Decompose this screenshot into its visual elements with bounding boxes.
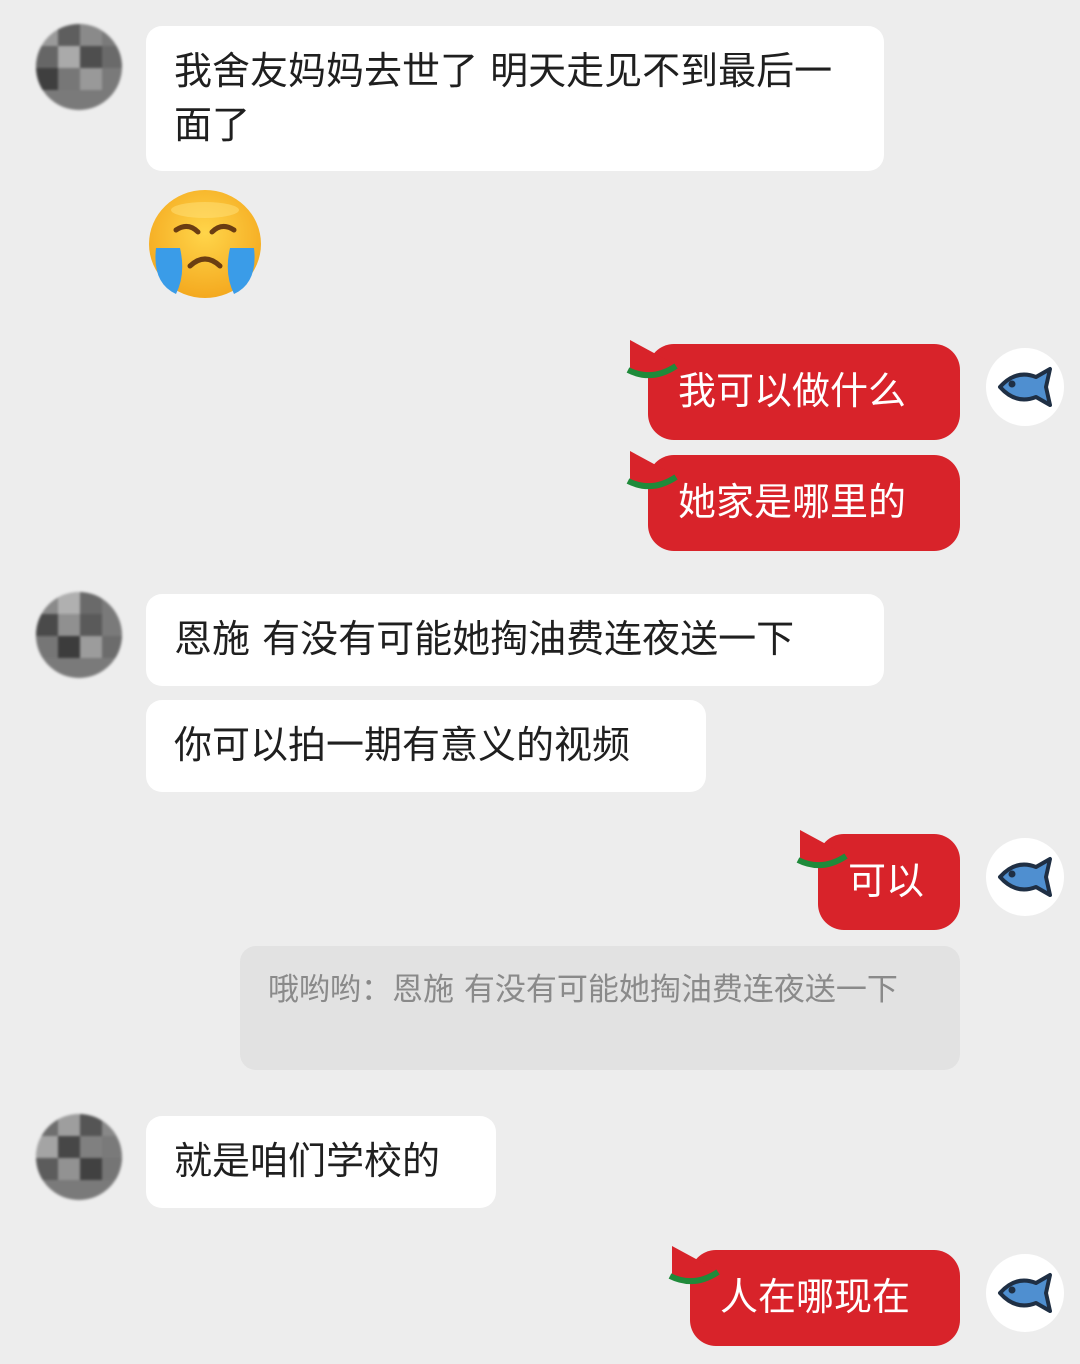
crying-face-icon[interactable] bbox=[146, 188, 264, 300]
watermelon-icon bbox=[626, 340, 678, 379]
message-text: 人在哪现在 bbox=[720, 1275, 911, 1319]
contact-avatar[interactable] bbox=[36, 592, 122, 678]
message-text: 你可以拍一期有意义的视频 bbox=[174, 723, 631, 767]
message-bubble[interactable]: 她家是哪里的 bbox=[626, 451, 960, 551]
message-bubble[interactable]: 人在哪现在 bbox=[668, 1246, 960, 1346]
message-text: 可以 bbox=[848, 859, 925, 903]
message-bubble[interactable]: 我可以做什么 bbox=[626, 340, 960, 440]
quoted-text: 哦哟哟：恩施 有没有可能她掏油费连夜送一下 bbox=[268, 972, 898, 1008]
contact-avatar[interactable] bbox=[36, 24, 122, 110]
message-bubble[interactable]: 就是咱们学校的 bbox=[146, 1116, 496, 1208]
fish-icon bbox=[998, 367, 1052, 407]
message-bubble[interactable]: 你可以拍一期有意义的视频 bbox=[146, 700, 706, 792]
message-bubble[interactable]: 我舍友妈妈去世了 明天走见不到最后一面了 bbox=[146, 26, 884, 171]
message-bubble[interactable]: 恩施 有没有可能她掏油费连夜送一下 bbox=[146, 594, 884, 686]
watermelon-icon bbox=[668, 1246, 720, 1285]
message-text: 就是咱们学校的 bbox=[174, 1139, 441, 1183]
chat-thread: 我舍友妈妈去世了 明天走见不到最后一面了 我可以做什么 她家是哪里的 恩施 有没… bbox=[0, 0, 1080, 1364]
message-text: 我可以做什么 bbox=[678, 369, 907, 413]
my-avatar[interactable] bbox=[986, 1254, 1064, 1332]
contact-avatar[interactable] bbox=[36, 1114, 122, 1200]
message-text: 我舍友妈妈去世了 明天走见不到最后一面了 bbox=[174, 49, 833, 147]
watermelon-icon bbox=[626, 451, 678, 490]
message-bubble[interactable]: 可以 bbox=[796, 830, 960, 930]
my-avatar[interactable] bbox=[986, 838, 1064, 916]
message-text: 她家是哪里的 bbox=[678, 480, 907, 524]
quoted-message[interactable]: 哦哟哟：恩施 有没有可能她掏油费连夜送一下 bbox=[240, 946, 960, 1070]
fish-icon bbox=[998, 1273, 1052, 1313]
my-avatar[interactable] bbox=[986, 348, 1064, 426]
message-text: 恩施 有没有可能她掏油费连夜送一下 bbox=[174, 617, 795, 661]
watermelon-icon bbox=[796, 830, 848, 869]
fish-icon bbox=[998, 857, 1052, 897]
